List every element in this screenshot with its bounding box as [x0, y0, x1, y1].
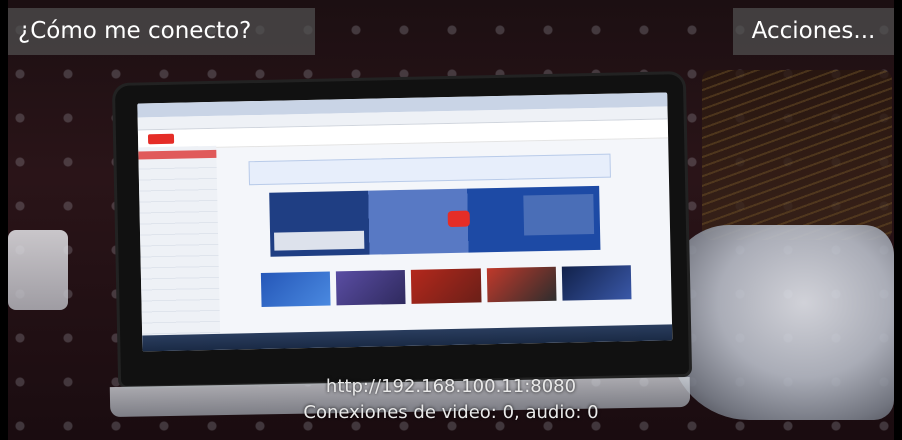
video-thumbnail	[411, 268, 482, 304]
banner-brand-left	[274, 230, 365, 251]
frame-edge-left	[0, 0, 8, 440]
connections-status-text: Conexiones de video: 0, audio: 0	[303, 402, 599, 423]
video-thumbnail	[486, 266, 557, 303]
video-thumbnail	[561, 265, 632, 301]
ip-webcam-preview: ¿Cómo me conecto? Acciones... http://192…	[0, 0, 902, 440]
featured-banner	[269, 185, 601, 257]
laptop-in-view	[114, 74, 690, 386]
sidebar-active-item	[138, 149, 217, 160]
video-site-sidebar	[138, 145, 221, 348]
frame-edge-right	[894, 0, 902, 440]
how-to-connect-button[interactable]: ¿Cómo me conecto?	[8, 8, 315, 55]
laptop-screen	[137, 92, 673, 352]
site-notice	[248, 153, 611, 186]
background-cables	[702, 70, 892, 240]
video-thumbnails	[260, 265, 632, 307]
play-icon	[447, 210, 470, 228]
video-thumbnail	[336, 269, 406, 306]
actions-menu-button[interactable]: Acciones...	[733, 8, 894, 55]
video-site-logo	[147, 133, 175, 145]
os-taskbar	[142, 324, 673, 352]
banner-brand-right	[523, 193, 595, 236]
background-object	[8, 230, 68, 310]
server-url-text: http://192.168.100.11:8080	[325, 376, 577, 397]
video-thumbnail	[260, 271, 331, 307]
camera-preview[interactable]	[0, 0, 902, 440]
